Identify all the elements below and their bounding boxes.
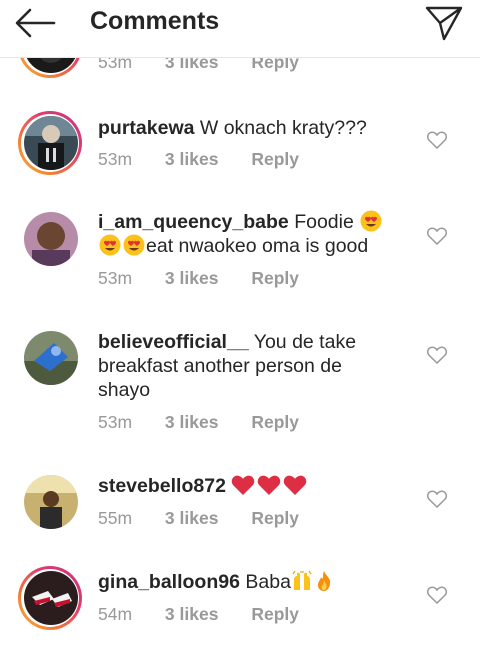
comment-meta: 53m 3 likes Reply bbox=[98, 412, 299, 433]
reply-button[interactable]: Reply bbox=[251, 149, 299, 170]
comment-body: Baba bbox=[245, 571, 291, 593]
comment-likes[interactable]: 3 likes bbox=[165, 268, 219, 289]
heart-icon[interactable] bbox=[427, 227, 447, 245]
comment-username[interactable]: gina_balloon96 bbox=[98, 571, 240, 593]
comment-body: W oknach kraty??? bbox=[199, 117, 367, 139]
raising-hands-emoji-icon bbox=[292, 570, 312, 590]
heart-eyes-emoji-icon bbox=[123, 234, 145, 256]
comment-meta: 53m 3 likes Reply bbox=[98, 149, 299, 170]
avatar[interactable] bbox=[24, 212, 78, 266]
comment-likes[interactable]: 3 likes bbox=[165, 604, 219, 625]
comment-username[interactable]: stevebello872 bbox=[98, 475, 226, 497]
comment-likes[interactable]: 3 likes bbox=[165, 508, 219, 529]
heart-icon[interactable] bbox=[427, 346, 447, 364]
comment-time: 53m bbox=[98, 149, 133, 169]
red-heart-emoji-icon bbox=[232, 475, 255, 495]
comment-likes[interactable]: 3 likes bbox=[165, 412, 219, 433]
heart-icon[interactable] bbox=[427, 490, 447, 508]
comment-username[interactable]: i_am_queency_babe bbox=[98, 211, 289, 233]
reply-button[interactable]: Reply bbox=[251, 412, 299, 433]
avatar[interactable] bbox=[24, 331, 78, 385]
comment-likes[interactable]: 3 likes bbox=[165, 149, 219, 170]
comment-meta: 54m 3 likes Reply bbox=[98, 604, 299, 625]
reply-button[interactable]: Reply bbox=[251, 508, 299, 529]
comment-time: 53m bbox=[98, 412, 133, 432]
fire-emoji-icon bbox=[317, 571, 331, 591]
paper-plane-icon[interactable] bbox=[424, 4, 464, 42]
comment-text: stevebello872 bbox=[98, 474, 398, 498]
comment-meta: 55m 3 likes Reply bbox=[98, 508, 299, 529]
arrow-left-icon[interactable] bbox=[14, 6, 58, 40]
red-heart-emoji-icon bbox=[284, 475, 307, 495]
header-bar: Comments bbox=[0, 0, 480, 58]
comment-text: gina_balloon96 Baba bbox=[98, 570, 398, 594]
heart-eyes-emoji-icon bbox=[360, 210, 382, 232]
page-title: Comments bbox=[90, 7, 220, 35]
heart-icon[interactable] bbox=[427, 586, 447, 604]
avatar[interactable] bbox=[24, 116, 78, 170]
comments-list: 53m 3 likes Reply purtakewa W oknach kra… bbox=[0, 0, 480, 657]
comment-time: 55m bbox=[98, 508, 133, 528]
comment-meta: 53m 3 likes Reply bbox=[98, 268, 299, 289]
comment-time: 53m bbox=[98, 268, 133, 288]
red-heart-emoji-icon bbox=[258, 475, 281, 495]
comment-username[interactable]: purtakewa bbox=[98, 117, 194, 139]
comment-text: believeofficial__ You de take breakfast … bbox=[98, 330, 398, 402]
reply-button[interactable]: Reply bbox=[251, 604, 299, 625]
heart-icon[interactable] bbox=[427, 131, 447, 149]
comment-username[interactable]: believeofficial__ bbox=[98, 331, 249, 353]
comment-time: 54m bbox=[98, 604, 133, 624]
comment-body-start: Foodie bbox=[294, 211, 354, 233]
comment-text: i_am_queency_babe Foodie eat nwaokeo oma… bbox=[98, 210, 398, 258]
comment-text: purtakewa W oknach kraty??? bbox=[98, 116, 398, 140]
reply-button[interactable]: Reply bbox=[251, 268, 299, 289]
comment-body-end: eat nwaokeo oma is good bbox=[146, 235, 369, 257]
avatar[interactable] bbox=[24, 571, 78, 625]
heart-eyes-emoji-icon bbox=[99, 234, 121, 256]
avatar[interactable] bbox=[24, 475, 78, 529]
